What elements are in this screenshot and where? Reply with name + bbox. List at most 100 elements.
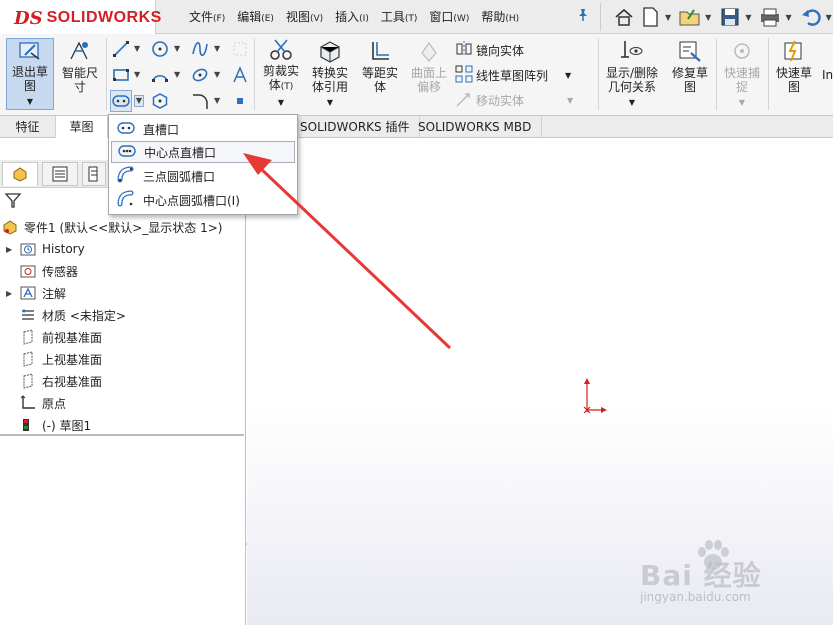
tree-item-label: 上视基准面 [42,352,103,367]
chevron-down-icon[interactable]: ▼ [214,96,220,105]
solidworks-window: DS SOLIDWORKS 文件(F) 编辑(E) 视图(V) 插入(I) 工具… [0,0,833,625]
slot-dropdown-chevron-icon[interactable]: ▼ [134,95,144,107]
exit-sketch-button[interactable]: 退出草图 ▼ [6,38,54,110]
menu-item-straight-slot[interactable]: 直槽口 [111,118,295,140]
home-icon[interactable] [613,6,635,28]
pin-icon[interactable] [576,8,590,26]
chevron-down-icon[interactable]: ▼ [214,44,220,53]
menu-item-centerpoint-arc-slot[interactable]: 中心点圆弧槽口(I) [111,189,295,211]
chevron-down-icon[interactable]: ▼ [134,44,140,53]
undo-icon[interactable] [800,6,822,28]
chevron-down-icon[interactable]: ▼ [27,95,33,109]
linear-pattern-label: 线性草图阵列 [476,68,549,83]
tree-root-label: 零件1 (默认<<默认>_显示状态 1>) [24,220,223,235]
quick-snaps-button[interactable]: 快速捕捉 ▼ [718,38,766,110]
rectangle-tool-icon[interactable] [110,64,132,86]
offset-surface-icon [415,38,443,64]
tree-item-front-plane[interactable]: 前视基准面 [20,326,102,348]
menu-window[interactable]: 窗口(W) [423,8,475,25]
chevron-down-icon[interactable]: ▼ [785,13,791,22]
move-entities-button[interactable]: 移动实体 ▼ [455,89,573,111]
graphics-area[interactable] [247,138,833,625]
print-icon[interactable] [759,6,781,28]
point-tool-icon[interactable] [229,90,251,112]
trim-entities-button[interactable]: 剪裁实体(T) ▼ [257,38,305,110]
chevron-down-icon[interactable]: ▼ [739,96,745,110]
tree-item-material[interactable]: 材质 <未指定> [20,304,126,326]
text-tool-icon[interactable] [229,64,251,86]
fillet-tool-icon[interactable] [189,90,211,112]
convert-entities-button[interactable]: 转换实体引用 ▼ [306,38,354,110]
slot-tool-icon[interactable] [110,90,132,112]
tree-item-annotations[interactable]: ▶ 注解 [6,282,66,304]
tree-root-part[interactable]: 零件1 (默认<<默认>_显示状态 1>) [2,216,222,238]
centerpoint-straight-slot-icon [118,144,136,161]
menu-item-three-point-arc-slot[interactable]: 三点圆弧槽口 [111,165,295,187]
property-manager-tab-icon[interactable] [42,162,78,186]
ribbon-overflow-label[interactable]: In [822,68,833,82]
polygon-tool-icon[interactable] [149,90,171,112]
tab-solidworks-mbd[interactable]: SOLIDWORKS MBD [408,116,543,138]
chevron-down-icon[interactable]: ▼ [565,71,571,80]
menu-file[interactable]: 文件(F) [183,8,231,25]
slot-dropdown-menu: 直槽口 中心点直槽口 三点圆弧槽口 中心点圆弧槽口(I) [108,114,298,215]
tree-item-sketch1[interactable]: (-) 草图1 [20,414,91,436]
offset-on-surface-button[interactable]: 曲面上偏移 [405,38,453,110]
save-icon[interactable] [719,6,741,28]
open-folder-icon[interactable] [679,6,701,28]
chevron-down-icon[interactable]: ▼ [214,70,220,79]
menu-insert[interactable]: 插入(I) [329,8,375,25]
tree-item-origin[interactable]: 原点 [20,392,66,414]
smart-dimension-button[interactable]: 智能尺寸 [56,38,104,110]
spline-tool-icon[interactable] [189,38,211,60]
tree-item-right-plane[interactable]: 右视基准面 [20,370,102,392]
chevron-down-icon[interactable]: ▼ [705,13,711,22]
arc-tool-icon[interactable] [149,64,171,86]
plane-tool-icon[interactable] [229,38,251,60]
chevron-down-icon[interactable]: ▼ [327,96,333,110]
tree-item-label: 前视基准面 [42,330,103,345]
tree-item-top-plane[interactable]: 上视基准面 [20,348,102,370]
tab-features[interactable]: 特征 [0,116,56,138]
menu-item-centerpoint-straight-slot[interactable]: 中心点直槽口 [111,141,295,163]
tree-divider[interactable] [0,434,244,436]
annotation-icon [20,285,36,301]
plane-icon [20,351,36,367]
tab-solidworks-addins[interactable]: SOLIDWORKS 插件 [290,116,421,138]
menu-view[interactable]: 视图(V) [280,8,329,25]
mirror-entities-button[interactable]: 镜向实体 [455,39,524,61]
chevron-down-icon[interactable]: ▼ [665,13,671,22]
ribbon-separator [716,38,717,110]
menu-tools[interactable]: 工具(T) [375,8,424,25]
chevron-down-icon[interactable]: ▼ [629,96,635,110]
chevron-down-icon[interactable]: ▼ [278,96,284,110]
filter-icon[interactable] [4,191,24,211]
line-tool-icon[interactable] [110,38,132,60]
chevron-down-icon[interactable]: ▼ [567,96,573,105]
offset-entities-button[interactable]: 等距实体 [356,38,404,110]
chevron-down-icon[interactable]: ▼ [174,70,180,79]
linear-pattern-button[interactable]: 线性草图阵列 ▼ [455,64,571,86]
tree-item-sensors[interactable]: 传感器 [20,260,78,282]
chevron-down-icon[interactable]: ▼ [134,70,140,79]
circle-tool-icon[interactable] [149,38,171,60]
new-document-icon[interactable] [639,6,661,28]
feature-manager-tab-icon[interactable] [2,162,38,186]
menu-item-label: 中心点直槽口 [144,145,217,160]
convert-entities-icon [316,38,344,64]
ellipse-tool-icon[interactable] [189,64,211,86]
chevron-down-icon[interactable]: ▼ [174,44,180,53]
tree-item-history[interactable]: ▶ History [6,238,85,260]
material-icon [20,307,36,323]
chevron-right-icon[interactable]: ▶ [6,289,14,298]
menu-help[interactable]: 帮助(H) [475,8,525,25]
chevron-right-icon[interactable]: ▶ [6,245,14,254]
chevron-down-icon[interactable]: ▼ [826,13,832,22]
configuration-manager-tab-icon[interactable] [82,162,106,186]
rapid-sketch-button[interactable]: 快速草图 [770,38,818,110]
display-delete-relations-button[interactable]: 显示/删除几何关系 ▼ [602,38,662,110]
tab-sketch[interactable]: 草图 [56,116,108,138]
repair-sketch-button[interactable]: 修复草图 [666,38,714,110]
chevron-down-icon[interactable]: ▼ [745,13,751,22]
menu-edit[interactable]: 编辑(E) [231,8,280,25]
